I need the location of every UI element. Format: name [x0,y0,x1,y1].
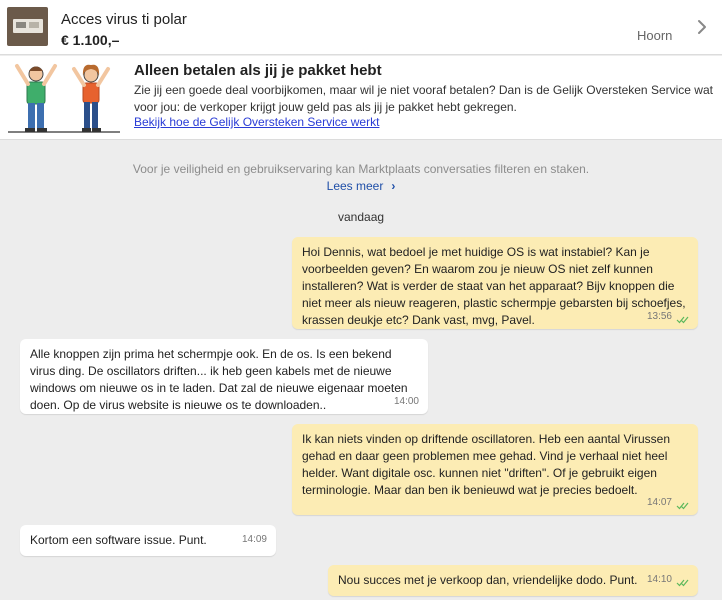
message-incoming: Alle knoppen zijn prima het schermpje oo… [20,339,428,414]
service-info-link[interactable]: Bekijk hoe de Gelijk Oversteken Service … [134,115,379,129]
banner-title: Alleen betalen als jij je pakket hebt [134,62,382,79]
read-checkmarks-icon [676,316,689,324]
listing-title[interactable]: Acces virus ti polar [61,11,187,28]
message-text: Kortom een software issue. Punt. [30,533,207,547]
read-more-label[interactable]: Lees meer [327,179,384,193]
cheering-people-illustration [8,64,120,133]
read-more-link[interactable]: Lees meer › [0,179,722,193]
message-text: Hoi Dennis, wat bedoel je met huidige OS… [302,245,686,327]
listing-price: € 1.100,– [61,32,120,48]
safe-payment-banner: Alleen betalen als jij je pakket hebt Zi… [0,56,722,140]
message-time: 14:10 [646,574,672,585]
read-checkmarks-icon [676,502,689,510]
message-incoming: Kortom een software issue. Punt. 14:09 [20,525,276,556]
message-time: 13:56 [646,311,672,322]
listing-header[interactable]: Acces virus ti polar € 1.100,– Hoorn [0,0,722,55]
day-separator: vandaag [338,210,385,224]
safety-notice: Voor je veiligheid en gebruikservaring k… [132,162,590,176]
chevron-right-icon[interactable] [694,17,710,37]
read-checkmarks-icon [676,579,689,587]
message-text: Alle knoppen zijn prima het schermpje oo… [30,347,408,412]
listing-thumbnail[interactable] [7,7,48,46]
message-text: Nou succes met je verkoop dan, vriendeli… [338,573,638,587]
message-text: Ik kan niets vinden op driftende oscilla… [302,432,671,497]
message-time: 14:00 [393,396,419,407]
message-time: 14:09 [241,534,267,545]
chevron-right-icon: › [391,179,396,193]
message-outgoing: Ik kan niets vinden op driftende oscilla… [292,424,698,515]
message-time: 14:07 [646,497,672,508]
listing-location: Hoorn [637,28,673,43]
conversation-page: Acces virus ti polar € 1.100,– Hoorn All… [0,0,722,600]
message-outgoing: Hoi Dennis, wat bedoel je met huidige OS… [292,237,698,329]
message-outgoing: Nou succes met je verkoop dan, vriendeli… [328,565,698,596]
banner-text: Zie jij een goede deal voorbijkomen, maa… [134,83,713,114]
